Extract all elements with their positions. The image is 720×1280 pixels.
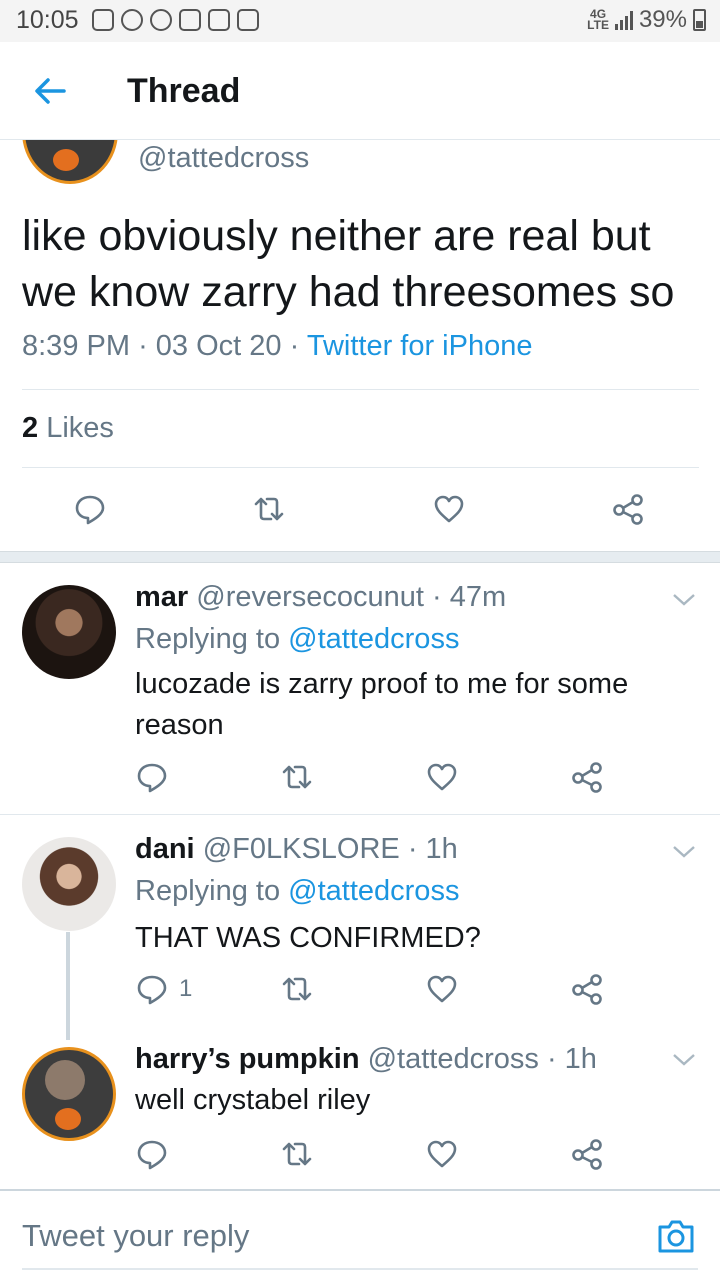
image-notification-icon — [237, 9, 259, 31]
display-name[interactable]: mar — [135, 581, 188, 613]
share-icon — [613, 494, 643, 525]
reply-text: well crystabel riley — [135, 1084, 371, 1116]
timestamp: · 1h — [407, 833, 458, 865]
composer-underline — [22, 1268, 698, 1270]
divider — [22, 389, 699, 390]
like-button[interactable] — [432, 492, 466, 526]
timestamp: · 47m — [432, 581, 507, 613]
reply-count: 1 — [179, 975, 193, 1002]
retweet-button[interactable] — [280, 972, 314, 1006]
like-button[interactable] — [425, 972, 459, 1006]
like-icon — [434, 495, 464, 523]
reply-icon — [75, 495, 105, 525]
tweet-text: like obviously neither are real but we k… — [22, 212, 675, 316]
share-button[interactable] — [611, 492, 645, 526]
timestamp: · 1h — [546, 1043, 597, 1075]
display-name[interactable]: dani — [135, 833, 195, 865]
like-icon — [427, 975, 457, 1003]
back-arrow-icon[interactable] — [34, 77, 66, 105]
like-icon — [427, 1140, 457, 1168]
mail-notification-icon — [208, 9, 230, 31]
notification-icons — [92, 9, 259, 31]
reply-text: lucozade is zarry proof to me for some r… — [135, 668, 629, 741]
reply-button[interactable] — [73, 492, 107, 526]
share-icon — [572, 1139, 602, 1170]
mention-link[interactable]: @tattedcross — [288, 623, 459, 655]
handle[interactable]: @reversecocunut — [196, 581, 424, 613]
tweet-handle[interactable]: @tattedcross — [138, 142, 309, 175]
game-notification-icon — [92, 9, 114, 31]
tweet-source-link[interactable]: Twitter for iPhone — [307, 330, 533, 362]
reply-header: harry’s pumpkin @tattedcross · 1h — [135, 1043, 597, 1076]
tweet-actions — [0, 492, 720, 532]
network-indicator: 4G LTE — [587, 7, 609, 32]
chevron-down-icon[interactable] — [672, 1053, 696, 1067]
retweet-icon — [282, 977, 312, 1001]
reply-button[interactable] — [135, 760, 169, 794]
signal-icon — [614, 10, 633, 30]
share-button[interactable] — [570, 760, 604, 794]
chevron-down-icon[interactable] — [672, 845, 696, 859]
reply-button[interactable]: 1 — [135, 972, 192, 1006]
battery-icon — [693, 9, 706, 31]
composer-divider — [0, 1189, 720, 1191]
replying-to: Replying to @tattedcross — [135, 623, 460, 655]
user-notification-icon — [150, 9, 172, 31]
app-notification-icon — [121, 9, 143, 31]
retweet-icon — [282, 1142, 312, 1166]
status-time: 10:05 — [16, 6, 79, 34]
divider — [22, 467, 699, 468]
reply-text: THAT WAS CONFIRMED? — [135, 922, 481, 954]
like-button[interactable] — [425, 1137, 459, 1171]
tweet-time: 8:39 PM — [22, 330, 130, 362]
reply-header: dani @F0LKSLORE · 1h — [135, 833, 458, 866]
mention-link[interactable]: @tattedcross — [288, 875, 459, 907]
display-name[interactable]: harry’s pumpkin — [135, 1043, 360, 1075]
replying-to: Replying to @tattedcross — [135, 875, 460, 907]
share-button[interactable] — [570, 1137, 604, 1171]
retweet-button[interactable] — [280, 1137, 314, 1171]
reply-input[interactable]: Tweet your reply — [22, 1218, 249, 1254]
like-icon — [427, 763, 457, 791]
reply-button[interactable] — [135, 1137, 169, 1171]
handle[interactable]: @F0LKSLORE — [203, 833, 400, 865]
retweet-icon — [282, 765, 312, 789]
reply-header: mar @reversecocunut · 47m — [135, 581, 506, 614]
tweet-date: 03 Oct 20 — [155, 330, 282, 362]
mail-notification-icon — [179, 9, 201, 31]
retweet-button[interactable] — [252, 492, 286, 526]
share-icon — [572, 762, 602, 793]
retweet-icon — [254, 497, 284, 521]
reply-icon — [137, 975, 167, 1005]
handle[interactable]: @tattedcross — [368, 1043, 539, 1075]
avatar[interactable] — [22, 585, 116, 679]
divider — [0, 814, 720, 815]
tweet-meta: 8:39 PM · 03 Oct 20 · Twitter for iPhone — [22, 330, 533, 362]
avatar[interactable] — [22, 837, 116, 931]
avatar[interactable] — [22, 1047, 116, 1141]
page-title: Thread — [127, 72, 241, 110]
battery-percent: 39% — [638, 6, 687, 33]
thread-connector — [66, 932, 70, 1040]
chevron-down-icon[interactable] — [672, 593, 696, 607]
tweet-actions: 1 — [0, 972, 720, 1012]
tweet-actions — [0, 760, 720, 800]
like-button[interactable] — [425, 760, 459, 794]
likes-count[interactable]: 2 Likes — [22, 412, 114, 445]
share-icon — [572, 974, 602, 1005]
section-divider — [0, 551, 720, 563]
retweet-button[interactable] — [280, 760, 314, 794]
tweet-actions — [0, 1137, 720, 1177]
camera-icon[interactable] — [656, 1216, 696, 1256]
share-button[interactable] — [570, 972, 604, 1006]
app-header: Thread — [0, 42, 720, 140]
status-bar: 10:05 4G LTE 39% — [0, 0, 720, 42]
reply-icon — [137, 1140, 167, 1170]
reply-icon — [137, 763, 167, 793]
